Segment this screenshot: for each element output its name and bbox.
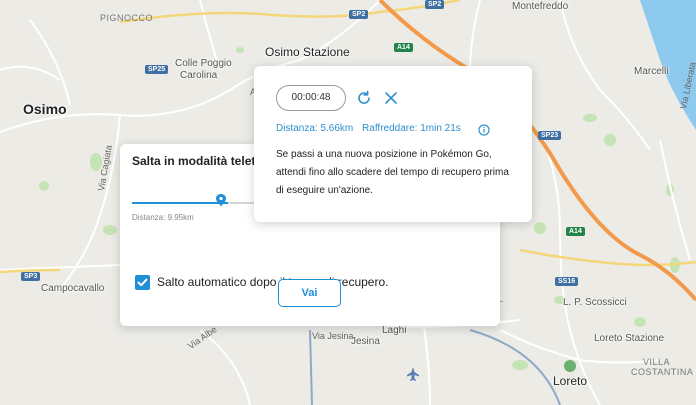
map-label-via-jesina: Via Jesina bbox=[312, 331, 354, 341]
check-icon bbox=[137, 278, 148, 287]
distance-label: Distanza: 9.95km bbox=[132, 213, 194, 222]
auto-jump-checkbox[interactable] bbox=[135, 275, 150, 290]
distance-slider-fill[interactable] bbox=[132, 202, 228, 204]
road-shield-a14: A14 bbox=[394, 43, 413, 52]
info-icon[interactable] bbox=[478, 123, 490, 136]
road-shield-sp3: SP3 bbox=[21, 272, 41, 281]
poi-marker-icon bbox=[564, 360, 576, 372]
cooldown-timer: 00:00:48 bbox=[276, 85, 346, 111]
map-pin-icon[interactable] bbox=[216, 193, 226, 211]
map-label-costantina: COSTANTINA bbox=[631, 367, 694, 377]
map-label-campocavallo: Campocavallo bbox=[41, 283, 105, 294]
road-shield-sp25: SP25 bbox=[145, 65, 169, 74]
distance-value: Distanza: 5.66km bbox=[276, 123, 354, 134]
map-label-marcelli: Marcelli bbox=[634, 66, 669, 77]
map-label-laghi: Laghi bbox=[382, 325, 407, 336]
close-icon[interactable] bbox=[381, 88, 401, 108]
map-label-osimo: Osimo bbox=[23, 101, 67, 117]
map-label-loreto-stazione: Loreto Stazione bbox=[594, 333, 665, 344]
map-label-osimo-stazione: Osimo Stazione bbox=[265, 45, 350, 59]
map-label-montefreddo: Montefreddo bbox=[512, 1, 569, 12]
road-shield-sp2: SP2 bbox=[349, 10, 369, 19]
go-button[interactable]: Vai bbox=[278, 279, 341, 307]
map-label-loreto: Loreto bbox=[553, 374, 588, 388]
road-shield-a14: A14 bbox=[566, 227, 585, 236]
map-label-pignocco: PIGNOCCO bbox=[100, 13, 154, 23]
auto-jump-label[interactable]: Salto automatico dopo il tempo di recupe… bbox=[157, 275, 388, 289]
map-label-villa: VILLA bbox=[643, 357, 671, 367]
cooldown-message: Se passi a una nuova posizione in Pokémo… bbox=[276, 149, 509, 196]
cooldown-value: Raffreddare: 1min 21s bbox=[362, 123, 461, 134]
map-label-colle-poggio: Colle Poggio bbox=[175, 58, 232, 69]
road-shield-ss16: SS16 bbox=[555, 277, 579, 286]
map-label-carolina: Carolina bbox=[180, 70, 218, 81]
cooldown-info: Distanza: 5.66km Raffreddare: 1min 21s bbox=[276, 123, 467, 134]
map-label-lp-scossicci: L. P. Scossicci bbox=[563, 297, 627, 308]
cooldown-popup: 00:00:48 Distanza: 5.66km Raffreddare: 1… bbox=[254, 66, 532, 222]
road-shield-sp23: SP23 bbox=[538, 131, 562, 140]
road-shield-sp2: SP2 bbox=[425, 0, 445, 9]
map-label-jesina: Jesina bbox=[351, 336, 380, 347]
refresh-icon[interactable] bbox=[354, 88, 374, 108]
distance-slider-track[interactable] bbox=[228, 202, 256, 204]
